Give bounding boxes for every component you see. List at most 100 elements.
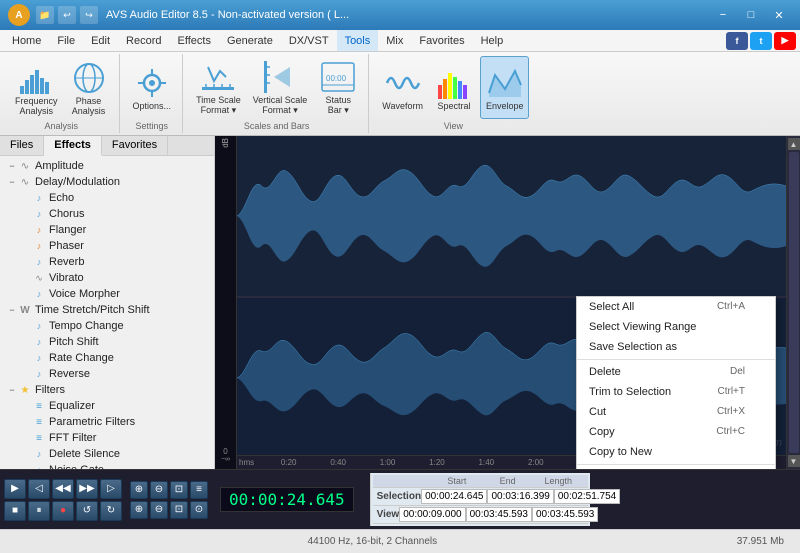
- goto-end-button[interactable]: ▷: [100, 479, 122, 499]
- zoom-fit-button[interactable]: ⊡: [170, 501, 188, 519]
- sidebar-tab-effects[interactable]: Effects: [44, 136, 102, 156]
- list-item[interactable]: − ∿ Delay/Modulation: [2, 174, 212, 190]
- waveform-button[interactable]: Waveform: [377, 56, 428, 119]
- ctx-delete[interactable]: Delete Del: [577, 362, 775, 382]
- list-item[interactable]: ♪ Pitch Shift: [2, 334, 212, 350]
- play-button[interactable]: ▶: [4, 479, 26, 499]
- list-item[interactable]: ≡ FFT Filter: [2, 430, 212, 446]
- twitter-button[interactable]: t: [750, 32, 772, 50]
- close-button[interactable]: ✕: [766, 5, 792, 25]
- info-panel: Start End Length Selection 00:00:24.645 …: [370, 473, 590, 526]
- loop-sel-button[interactable]: ↻: [100, 501, 122, 521]
- menu-file[interactable]: File: [49, 30, 83, 51]
- menu-dxvst[interactable]: DX/VST: [281, 30, 337, 51]
- list-item[interactable]: ♪ Delete Silence: [2, 446, 212, 462]
- facebook-button[interactable]: f: [726, 32, 748, 50]
- list-item[interactable]: ♪ Reverb: [2, 254, 212, 270]
- waveform-canvas[interactable]: hms 0:20 0:40 1:00 1:20 1:40 2:00 2:20 2…: [237, 136, 786, 469]
- timescale-icon: [200, 59, 236, 95]
- spectral-button[interactable]: Spectral: [430, 56, 478, 119]
- quick-access-icon1[interactable]: 📁: [36, 6, 54, 24]
- list-item[interactable]: − ∿ Amplitude: [2, 158, 212, 174]
- list-item[interactable]: ♪ Reverse: [2, 366, 212, 382]
- ctx-save-selection-label: Save Selection as: [589, 341, 677, 353]
- ctx-trim[interactable]: Trim to Selection Ctrl+T: [577, 382, 775, 402]
- sidebar-tab-files[interactable]: Files: [0, 136, 44, 155]
- vertscale-button[interactable]: Vertical ScaleFormat ▾: [248, 56, 313, 119]
- list-item[interactable]: ♪ Noise Gate: [2, 462, 212, 469]
- ctx-save-selection[interactable]: Save Selection as: [577, 337, 775, 357]
- loop-button[interactable]: ↺: [76, 501, 98, 521]
- zoom-out-button[interactable]: ⊖: [150, 481, 168, 499]
- transport-area: ▶ ◁ ◀◀ ▶▶ ▷ ■ ⏸ ● ↺ ↻ ⊕ ⊖ ⊡ ≡ ⊕ ⊖ ⊡ ⊙ 00…: [0, 469, 800, 529]
- zoom-out-v-button[interactable]: ⊖: [150, 501, 168, 519]
- list-item[interactable]: ♪ Rate Change: [2, 350, 212, 366]
- menu-favorites[interactable]: Favorites: [411, 30, 472, 51]
- tree-expand-icon[interactable]: −: [6, 176, 18, 188]
- list-item[interactable]: ≡ Equalizer: [2, 398, 212, 414]
- pause-button[interactable]: ⏸: [28, 501, 50, 521]
- scales-group-label: Scales and Bars: [244, 121, 310, 131]
- ctx-copy[interactable]: Copy Ctrl+C: [577, 422, 775, 442]
- list-item[interactable]: ≡ Parametric Filters: [2, 414, 212, 430]
- list-item[interactable]: ♪ Voice Morpher: [2, 286, 212, 302]
- list-item[interactable]: ∿ Vibrato: [2, 270, 212, 286]
- scroll-down-button[interactable]: ▼: [788, 455, 800, 467]
- scroll-up-button[interactable]: ▲: [788, 138, 800, 150]
- tree-expand-icon[interactable]: −: [6, 160, 18, 172]
- next-button[interactable]: ▶▶: [76, 479, 98, 499]
- zoom-in-v-button[interactable]: ⊕: [130, 501, 148, 519]
- vertical-scrollbar[interactable]: ▲ ▼: [786, 136, 800, 469]
- menu-tools[interactable]: Tools: [337, 30, 379, 51]
- menu-help[interactable]: Help: [473, 30, 512, 51]
- info-end-header: End: [482, 476, 533, 486]
- ctx-paste[interactable]: Paste Ctrl+V: [577, 467, 775, 469]
- tree-expand-icon[interactable]: −: [6, 384, 18, 396]
- maximize-button[interactable]: □: [738, 5, 764, 25]
- quick-access-icon2[interactable]: ↩: [58, 6, 76, 24]
- ctx-delete-shortcut: Del: [730, 366, 745, 378]
- scroll-thumb[interactable]: [789, 152, 799, 453]
- timescale-label: Time ScaleFormat ▾: [196, 95, 241, 116]
- prev-button[interactable]: ◀◀: [52, 479, 74, 499]
- list-item[interactable]: ♪ Flanger: [2, 222, 212, 238]
- options-button[interactable]: Options...: [128, 56, 177, 119]
- menu-record[interactable]: Record: [118, 30, 169, 51]
- phaser-label: Phaser: [49, 240, 84, 252]
- list-item[interactable]: − W Time Stretch/Pitch Shift: [2, 302, 212, 318]
- tree-expand-icon[interactable]: −: [6, 304, 18, 316]
- goto-start-button[interactable]: ◁: [28, 479, 50, 499]
- menu-mix[interactable]: Mix: [378, 30, 411, 51]
- youtube-button[interactable]: ▶: [774, 32, 796, 50]
- envelope-icon: [487, 65, 523, 101]
- window-controls: − □ ✕: [710, 5, 792, 25]
- zoom-in-button[interactable]: ⊕: [130, 481, 148, 499]
- frequency-analysis-button[interactable]: FrequencyAnalysis: [10, 56, 63, 119]
- zoom-sel-button[interactable]: ⊡: [170, 481, 188, 499]
- sidebar-tab-favorites[interactable]: Favorites: [102, 136, 168, 155]
- menu-edit[interactable]: Edit: [83, 30, 118, 51]
- menu-effects[interactable]: Effects: [170, 30, 219, 51]
- list-item[interactable]: ♪ Phaser: [2, 238, 212, 254]
- ctx-select-view-range[interactable]: Select Viewing Range: [577, 317, 775, 337]
- phase-analysis-button[interactable]: PhaseAnalysis: [65, 56, 113, 119]
- zoom-all-button[interactable]: ≡: [190, 481, 208, 499]
- menu-generate[interactable]: Generate: [219, 30, 281, 51]
- envelope-button[interactable]: Envelope: [480, 56, 530, 119]
- ctx-select-all[interactable]: Select All Ctrl+A: [577, 297, 775, 317]
- record-button[interactable]: ●: [52, 501, 74, 521]
- quick-access-icon3[interactable]: ↪: [80, 6, 98, 24]
- tempo-label: Tempo Change: [49, 320, 124, 332]
- ctx-cut[interactable]: Cut Ctrl+X: [577, 402, 775, 422]
- menu-home[interactable]: Home: [4, 30, 49, 51]
- list-item[interactable]: ♪ Echo: [2, 190, 212, 206]
- list-item[interactable]: ♪ Chorus: [2, 206, 212, 222]
- stop-button[interactable]: ■: [4, 501, 26, 521]
- zoom-cursor-button[interactable]: ⊙: [190, 501, 208, 519]
- list-item[interactable]: ♪ Tempo Change: [2, 318, 212, 334]
- timescale-button[interactable]: Time ScaleFormat ▾: [191, 56, 246, 119]
- ctx-copy-new[interactable]: Copy to New: [577, 442, 775, 462]
- list-item[interactable]: − ★ Filters: [2, 382, 212, 398]
- statusbar-button[interactable]: 00:00 StatusBar ▾: [314, 56, 362, 119]
- minimize-button[interactable]: −: [710, 5, 736, 25]
